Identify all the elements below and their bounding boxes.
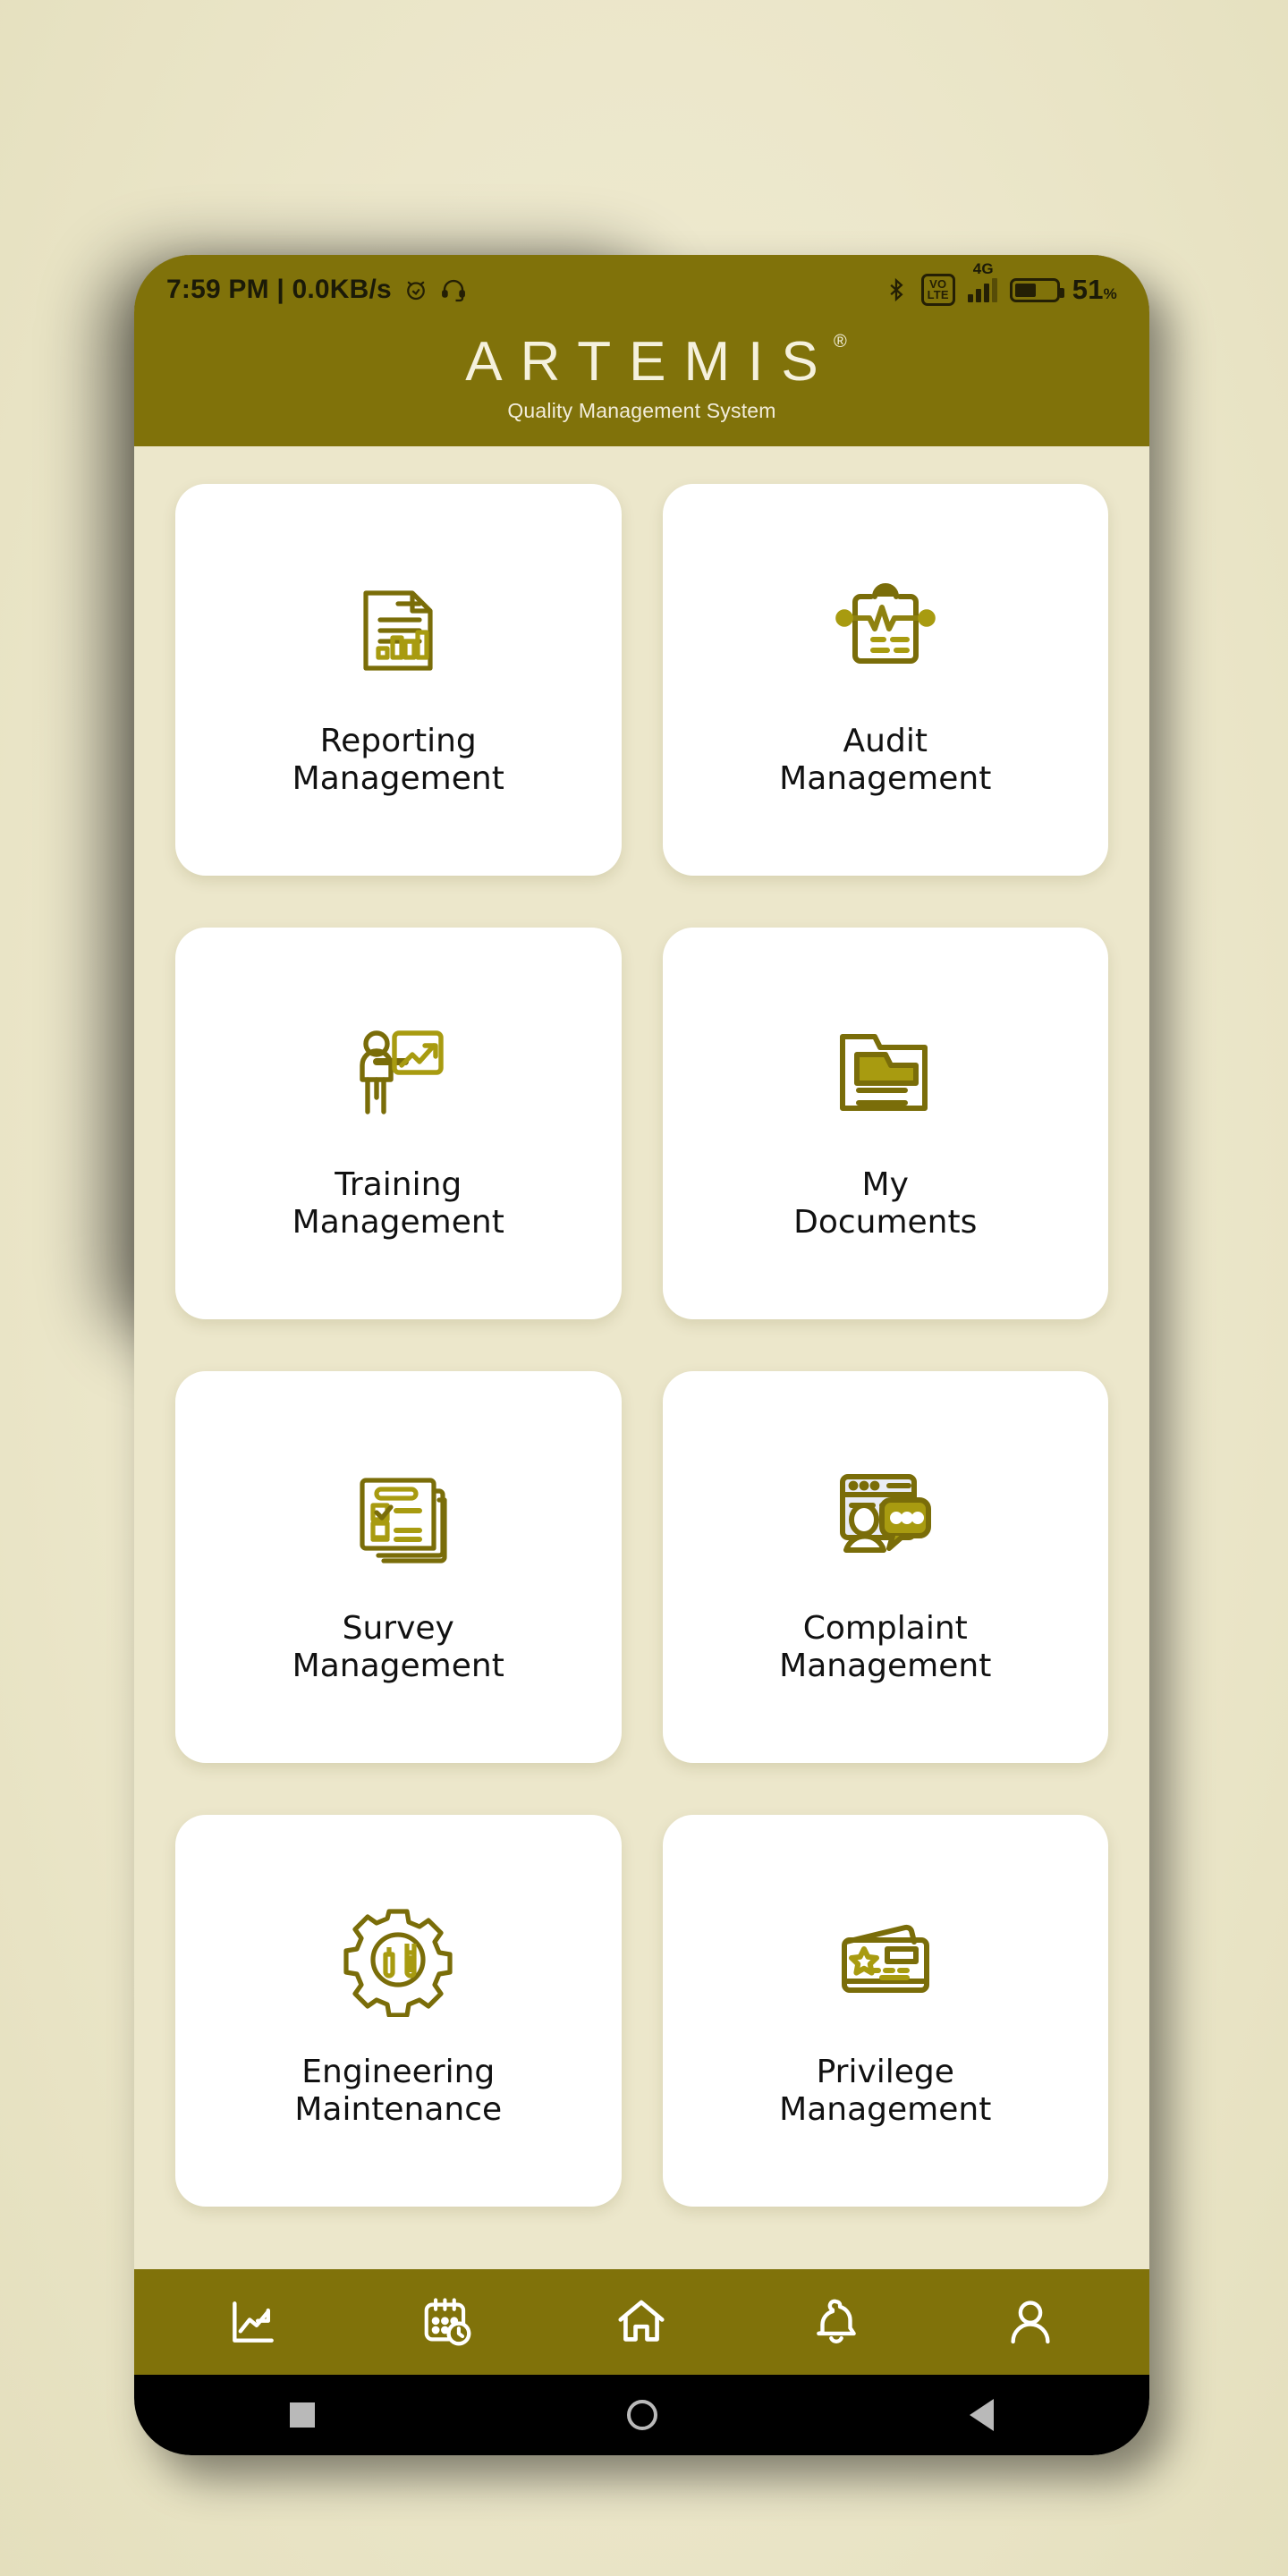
card-label: Training Management (292, 1165, 504, 1241)
home-icon (618, 2300, 665, 2342)
person-chat-bubble-icon (828, 1449, 943, 1583)
volte-icon: VO LTE (920, 274, 955, 306)
card-complaint-management[interactable]: Complaint Management (662, 1371, 1108, 1763)
phone-screen: 7:59 PM | 0.0KB/s VO LTE 4G 51% ARTEMIS … (134, 255, 1149, 2455)
person-icon (1011, 2301, 1050, 2344)
recents-square-icon[interactable] (290, 2402, 316, 2428)
bluetooth-icon (884, 277, 909, 302)
nav-item-home[interactable] (614, 2294, 669, 2350)
card-survey-management[interactable]: Survey Management (175, 1371, 622, 1763)
nav-item-analytics[interactable] (225, 2294, 281, 2350)
checklist-pages-icon (341, 1449, 455, 1583)
app-header: ARTEMIS ® Quality Management System (134, 325, 1149, 446)
analytics-chart-icon (232, 2301, 274, 2343)
phone-device: 7:59 PM | 0.0KB/s VO LTE 4G 51% ARTEMIS … (134, 255, 1149, 2455)
card-privilege-management[interactable]: Privilege Management (662, 1815, 1108, 2207)
bottom-navigation-bar (134, 2269, 1149, 2375)
calendar-clock-icon (424, 2298, 471, 2346)
bell-icon (817, 2299, 856, 2343)
nav-item-notifications[interactable] (809, 2294, 864, 2350)
card-label: Survey Management (292, 1609, 504, 1684)
artemis-logo: ARTEMIS ® (447, 330, 846, 394)
card-label: Complaint Management (779, 1609, 992, 1684)
card-label: Privilege Management (779, 2053, 992, 2128)
card-my-documents[interactable]: My Documents (662, 928, 1108, 1319)
module-grid: Reporting Management Audit Management Tr… (134, 446, 1149, 2455)
report-document-chart-icon (341, 562, 455, 696)
card-label: Engineering Maintenance (294, 2053, 503, 2128)
card-audit-management[interactable]: Audit Management (662, 484, 1108, 876)
android-system-navigation (134, 2375, 1149, 2455)
headset-icon (440, 276, 467, 303)
gear-tools-icon (341, 1893, 455, 2027)
registered-trademark-icon: ® (833, 332, 847, 352)
card-training-management[interactable]: Training Management (175, 928, 622, 1319)
nav-item-schedule[interactable] (419, 2294, 475, 2350)
app-tagline: Quality Management System (507, 399, 776, 422)
back-triangle-icon[interactable] (969, 2399, 994, 2431)
card-engineering-maintenance[interactable]: Engineering Maintenance (175, 1815, 622, 2207)
signal-bars-icon: 4G (967, 260, 997, 302)
card-label: Reporting Management (292, 722, 504, 797)
presenter-whiteboard-icon (341, 1005, 455, 1140)
battery-icon (1009, 277, 1064, 302)
status-time-and-speed: 7:59 PM | 0.0KB/s (166, 275, 392, 304)
network-type-label: 4G (972, 259, 994, 277)
battery-percent: 51% (1072, 274, 1117, 305)
card-label: Audit Management (779, 722, 992, 797)
nav-item-profile[interactable] (1003, 2294, 1058, 2350)
alarm-icon (402, 276, 429, 303)
privilege-card-icon (828, 1893, 943, 2027)
status-bar: 7:59 PM | 0.0KB/s VO LTE 4G 51% (134, 255, 1149, 325)
brand-name: ARTEMIS (465, 331, 836, 393)
card-reporting-management[interactable]: Reporting Management (175, 484, 622, 876)
clipboard-pulse-icon (828, 562, 943, 696)
folder-documents-icon (828, 1005, 943, 1140)
card-label: My Documents (793, 1165, 978, 1241)
home-circle-icon[interactable] (626, 2400, 657, 2430)
